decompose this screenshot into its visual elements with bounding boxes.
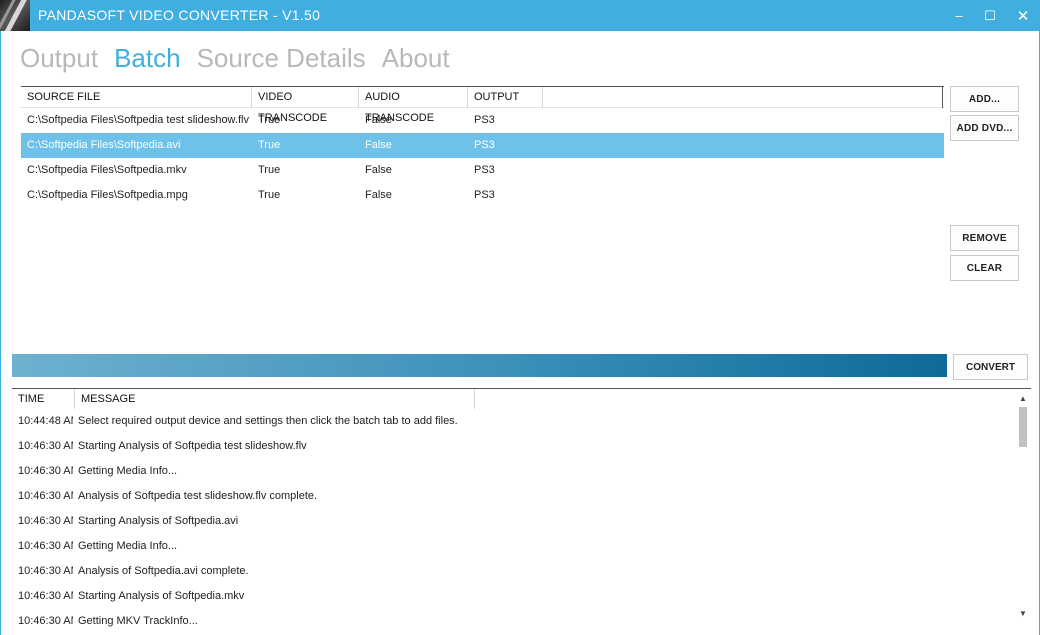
table-row[interactable]: C:\Softpedia Files\Softpedia.mpg True Fa… (21, 183, 944, 208)
column-header-audio-transcode[interactable]: AUDIO TRANSCODE (359, 87, 468, 124)
log-time: 10:46:30 AM (18, 440, 73, 452)
log-row[interactable]: 10:46:30 AM Getting Media Info... (12, 459, 1031, 484)
cell-source-file: C:\Softpedia Files\Softpedia.mpg (27, 189, 188, 201)
log-header: TIME MESSAGE (12, 389, 1031, 409)
batch-table-header: SOURCE FILE VIDEO TRANSCODE AUDIO TRANSC… (21, 87, 944, 124)
log-row[interactable]: 10:44:48 AM Select required output devic… (12, 409, 1031, 434)
app-logo-icon (0, 0, 30, 31)
log-message: Analysis of Softpedia test slideshow.flv… (78, 490, 318, 502)
cell-audio-transcode: False (365, 114, 392, 126)
progress-bar (12, 354, 947, 377)
close-button[interactable]: ✕ (1006, 0, 1040, 31)
minimize-button[interactable]: – (942, 0, 976, 31)
log-row[interactable]: 10:46:30 AM Getting MKV TrackInfo... (12, 609, 1031, 634)
tab-output[interactable]: Output (20, 43, 98, 77)
table-row-selected[interactable]: C:\Softpedia Files\Softpedia.avi True Fa… (21, 133, 944, 158)
log-time: 10:46:30 AM (18, 515, 73, 527)
column-header-video-transcode[interactable]: VIDEO TRANSCODE (252, 87, 359, 124)
add-dvd-button[interactable]: ADD DVD... (950, 115, 1019, 141)
log-row[interactable]: 10:46:30 AM Analysis of Softpedia test s… (12, 484, 1031, 509)
title-bar[interactable]: PANDASOFT VIDEO CONVERTER - V1.50 – ☐ ✕ (0, 0, 1040, 31)
log-message: Starting Analysis of Softpedia test slid… (78, 440, 307, 452)
remove-button[interactable]: REMOVE (950, 225, 1019, 251)
log-message: Starting Analysis of Softpedia.avi (78, 515, 239, 527)
log-time: 10:44:48 AM (18, 415, 73, 427)
cell-source-file: C:\Softpedia Files\Softpedia test slides… (27, 114, 249, 126)
cell-output: PS3 (474, 139, 495, 151)
cell-video-transcode: True (258, 164, 281, 176)
log-time: 10:46:30 AM (18, 540, 73, 552)
log-time: 10:46:30 AM (18, 465, 73, 477)
cell-source-file: C:\Softpedia Files\Softpedia.avi (27, 139, 181, 151)
window-title: PANDASOFT VIDEO CONVERTER - V1.50 (38, 7, 321, 23)
convert-button[interactable]: CONVERT (953, 354, 1028, 380)
main-tabs: Output Batch Source Details About (20, 43, 466, 77)
batch-table[interactable]: SOURCE FILE VIDEO TRANSCODE AUDIO TRANSC… (21, 86, 944, 350)
log-message: Analysis of Softpedia.avi complete. (78, 565, 249, 577)
scroll-up-arrow-icon[interactable]: ▲ (1016, 390, 1030, 406)
log-row[interactable]: 10:46:30 AM Starting Analysis of Softped… (12, 584, 1031, 609)
maximize-button[interactable]: ☐ (973, 0, 1007, 31)
table-edge (942, 87, 943, 108)
cell-audio-transcode: False (365, 189, 392, 201)
log-row[interactable]: 10:46:30 AM Getting Media Info... (12, 534, 1031, 559)
log-message: Getting Media Info... (78, 465, 178, 477)
scroll-down-arrow-icon[interactable]: ▼ (1016, 605, 1030, 621)
column-header-filler (543, 87, 942, 108)
tab-source-details[interactable]: Source Details (197, 43, 366, 77)
add-button[interactable]: ADD... (950, 86, 1019, 112)
table-row[interactable]: C:\Softpedia Files\Softpedia.mkv True Fa… (21, 158, 944, 183)
cell-audio-transcode: False (365, 164, 392, 176)
cell-audio-transcode: False (365, 139, 392, 151)
tab-batch[interactable]: Batch (114, 43, 181, 77)
scroll-thumb[interactable] (1019, 407, 1027, 447)
cell-output: PS3 (474, 114, 495, 126)
cell-output: PS3 (474, 189, 495, 201)
log-row[interactable]: 10:46:30 AM Analysis of Softpedia.avi co… (12, 559, 1031, 584)
column-header-time[interactable]: TIME (12, 389, 75, 409)
log-time: 10:46:30 AM (18, 615, 73, 627)
column-header-source-file[interactable]: SOURCE FILE (21, 87, 252, 108)
cell-source-file: C:\Softpedia Files\Softpedia.mkv (27, 164, 187, 176)
cell-video-transcode: True (258, 139, 281, 151)
cell-output: PS3 (474, 164, 495, 176)
log-row[interactable]: 10:46:30 AM Starting Analysis of Softped… (12, 434, 1031, 459)
progress-bar-fill (12, 354, 947, 377)
log-time: 10:46:30 AM (18, 490, 73, 502)
column-header-output[interactable]: OUTPUT (468, 87, 543, 108)
log-row[interactable]: 10:46:30 AM Starting Analysis of Softped… (12, 509, 1031, 534)
clear-button[interactable]: CLEAR (950, 255, 1019, 281)
log-message: Select required output device and settin… (78, 415, 458, 427)
tab-about[interactable]: About (382, 43, 450, 77)
cell-video-transcode: True (258, 189, 281, 201)
log-message: Getting Media Info... (78, 540, 178, 552)
cell-video-transcode: True (258, 114, 281, 126)
log-message: Getting MKV TrackInfo... (78, 615, 198, 627)
log-list[interactable]: TIME MESSAGE 10:44:48 AM Select required… (12, 388, 1031, 635)
log-scrollbar[interactable]: ▲ ▼ (1016, 390, 1030, 625)
window-border-left (0, 31, 1, 635)
table-row[interactable]: C:\Softpedia Files\Softpedia test slides… (21, 108, 944, 133)
log-time: 10:46:30 AM (18, 565, 73, 577)
log-message: Starting Analysis of Softpedia.mkv (78, 590, 245, 602)
column-header-message[interactable]: MESSAGE (75, 389, 475, 409)
log-time: 10:46:30 AM (18, 590, 73, 602)
